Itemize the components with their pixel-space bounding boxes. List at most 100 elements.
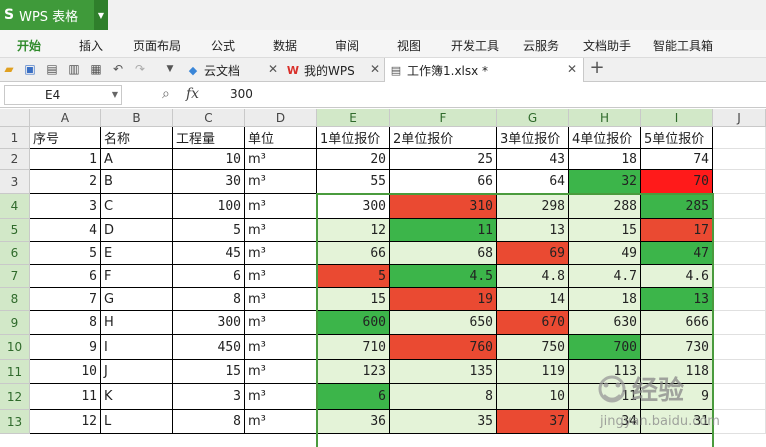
- data-cell[interactable]: 700: [569, 335, 641, 360]
- data-cell[interactable]: 123: [317, 360, 390, 384]
- data-cell[interactable]: 119: [497, 360, 569, 384]
- toolbar-dropdown-icon[interactable]: ▼: [162, 61, 178, 77]
- formula-input[interactable]: 300: [230, 87, 253, 101]
- row-header[interactable]: 2: [0, 149, 30, 170]
- data-cell[interactable]: 43: [497, 149, 569, 170]
- data-cell[interactable]: C: [101, 194, 173, 219]
- data-cell[interactable]: 36: [317, 410, 390, 434]
- redo-icon[interactable]: ↷: [132, 61, 148, 77]
- data-cell[interactable]: 670: [497, 311, 569, 335]
- data-cell[interactable]: F: [101, 265, 173, 288]
- export-pdf-icon[interactable]: ▤: [44, 61, 60, 77]
- data-cell[interactable]: 8: [390, 384, 497, 410]
- open-folder-icon[interactable]: ▰: [1, 61, 17, 77]
- row-header[interactable]: 7: [0, 265, 30, 288]
- menu-developer[interactable]: 开发工具: [451, 37, 499, 54]
- data-cell[interactable]: L: [101, 410, 173, 434]
- header-cell[interactable]: 4单位报价: [569, 127, 641, 149]
- data-cell[interactable]: 30: [173, 170, 245, 194]
- row-header[interactable]: 8: [0, 288, 30, 311]
- row-header[interactable]: 6: [0, 242, 30, 265]
- data-cell[interactable]: m³: [245, 410, 317, 434]
- empty-cell[interactable]: [713, 170, 766, 194]
- print-preview-icon[interactable]: ▦: [88, 61, 104, 77]
- data-cell[interactable]: m³: [245, 170, 317, 194]
- name-box[interactable]: E4 ▼: [4, 85, 122, 105]
- data-cell[interactable]: 20: [317, 149, 390, 170]
- data-cell[interactable]: m³: [245, 384, 317, 410]
- menu-view[interactable]: 视图: [397, 37, 421, 54]
- doc-tab-my-wps[interactable]: W 我的WPS ✕: [286, 58, 382, 82]
- data-cell[interactable]: J: [101, 360, 173, 384]
- data-cell[interactable]: 760: [390, 335, 497, 360]
- data-cell[interactable]: 7: [30, 288, 101, 311]
- menu-formula[interactable]: 公式: [211, 37, 235, 54]
- data-cell[interactable]: 18: [569, 288, 641, 311]
- data-cell[interactable]: G: [101, 288, 173, 311]
- empty-cell[interactable]: [713, 127, 766, 149]
- doc-tab-workbook[interactable]: ▤ 工作簿1.xlsx * ✕: [384, 58, 584, 82]
- data-cell[interactable]: 13: [641, 288, 713, 311]
- data-cell[interactable]: 666: [641, 311, 713, 335]
- zoom-search-icon[interactable]: ⌕: [162, 86, 170, 102]
- menu-review[interactable]: 审阅: [335, 37, 359, 54]
- close-icon[interactable]: ✕: [370, 62, 380, 76]
- data-cell[interactable]: 34: [569, 410, 641, 434]
- empty-cell[interactable]: [713, 265, 766, 288]
- data-cell[interactable]: 31: [641, 410, 713, 434]
- data-cell[interactable]: 4.5: [390, 265, 497, 288]
- column-header-f[interactable]: F: [390, 109, 497, 127]
- header-cell[interactable]: 单位: [245, 127, 317, 149]
- data-cell[interactable]: 300: [317, 194, 390, 219]
- data-cell[interactable]: I: [101, 335, 173, 360]
- data-cell[interactable]: 13: [497, 219, 569, 242]
- header-cell[interactable]: 2单位报价: [390, 127, 497, 149]
- data-cell[interactable]: m³: [245, 360, 317, 384]
- data-cell[interactable]: m³: [245, 288, 317, 311]
- data-cell[interactable]: 11: [390, 219, 497, 242]
- empty-cell[interactable]: [713, 410, 766, 434]
- data-cell[interactable]: 310: [390, 194, 497, 219]
- data-cell[interactable]: 14: [497, 288, 569, 311]
- empty-cell[interactable]: [713, 149, 766, 170]
- row-header[interactable]: 3: [0, 170, 30, 194]
- column-header-e[interactable]: E: [317, 109, 390, 127]
- data-cell[interactable]: 68: [390, 242, 497, 265]
- data-cell[interactable]: 10: [173, 149, 245, 170]
- app-dropdown-icon[interactable]: ▼: [94, 0, 108, 30]
- row-header[interactable]: 13: [0, 410, 30, 434]
- data-cell[interactable]: 5: [317, 265, 390, 288]
- data-cell[interactable]: m³: [245, 194, 317, 219]
- data-cell[interactable]: 285: [641, 194, 713, 219]
- data-cell[interactable]: 32: [569, 170, 641, 194]
- print-icon[interactable]: ▥: [66, 61, 82, 77]
- row-header[interactable]: 10: [0, 335, 30, 360]
- row-header[interactable]: 12: [0, 384, 30, 410]
- data-cell[interactable]: 288: [569, 194, 641, 219]
- data-cell[interactable]: 55: [317, 170, 390, 194]
- data-cell[interactable]: 66: [317, 242, 390, 265]
- data-cell[interactable]: 74: [641, 149, 713, 170]
- close-icon[interactable]: ✕: [567, 62, 577, 76]
- column-header-h[interactable]: H: [569, 109, 641, 127]
- data-cell[interactable]: 3: [173, 384, 245, 410]
- column-header-d[interactable]: D: [245, 109, 317, 127]
- data-cell[interactable]: 17: [641, 219, 713, 242]
- data-cell[interactable]: 6: [173, 265, 245, 288]
- data-cell[interactable]: H: [101, 311, 173, 335]
- menu-cloud[interactable]: 云服务: [523, 37, 559, 54]
- data-cell[interactable]: 35: [390, 410, 497, 434]
- data-cell[interactable]: 113: [569, 360, 641, 384]
- data-cell[interactable]: m³: [245, 265, 317, 288]
- data-cell[interactable]: A: [101, 149, 173, 170]
- column-header-c[interactable]: C: [173, 109, 245, 127]
- menu-page-layout[interactable]: 页面布局: [133, 37, 181, 54]
- empty-cell[interactable]: [713, 311, 766, 335]
- header-cell[interactable]: 名称: [101, 127, 173, 149]
- data-cell[interactable]: 4.7: [569, 265, 641, 288]
- data-cell[interactable]: 650: [390, 311, 497, 335]
- data-cell[interactable]: E: [101, 242, 173, 265]
- header-cell[interactable]: 5单位报价: [641, 127, 713, 149]
- data-cell[interactable]: 10: [497, 384, 569, 410]
- data-cell[interactable]: 6: [317, 384, 390, 410]
